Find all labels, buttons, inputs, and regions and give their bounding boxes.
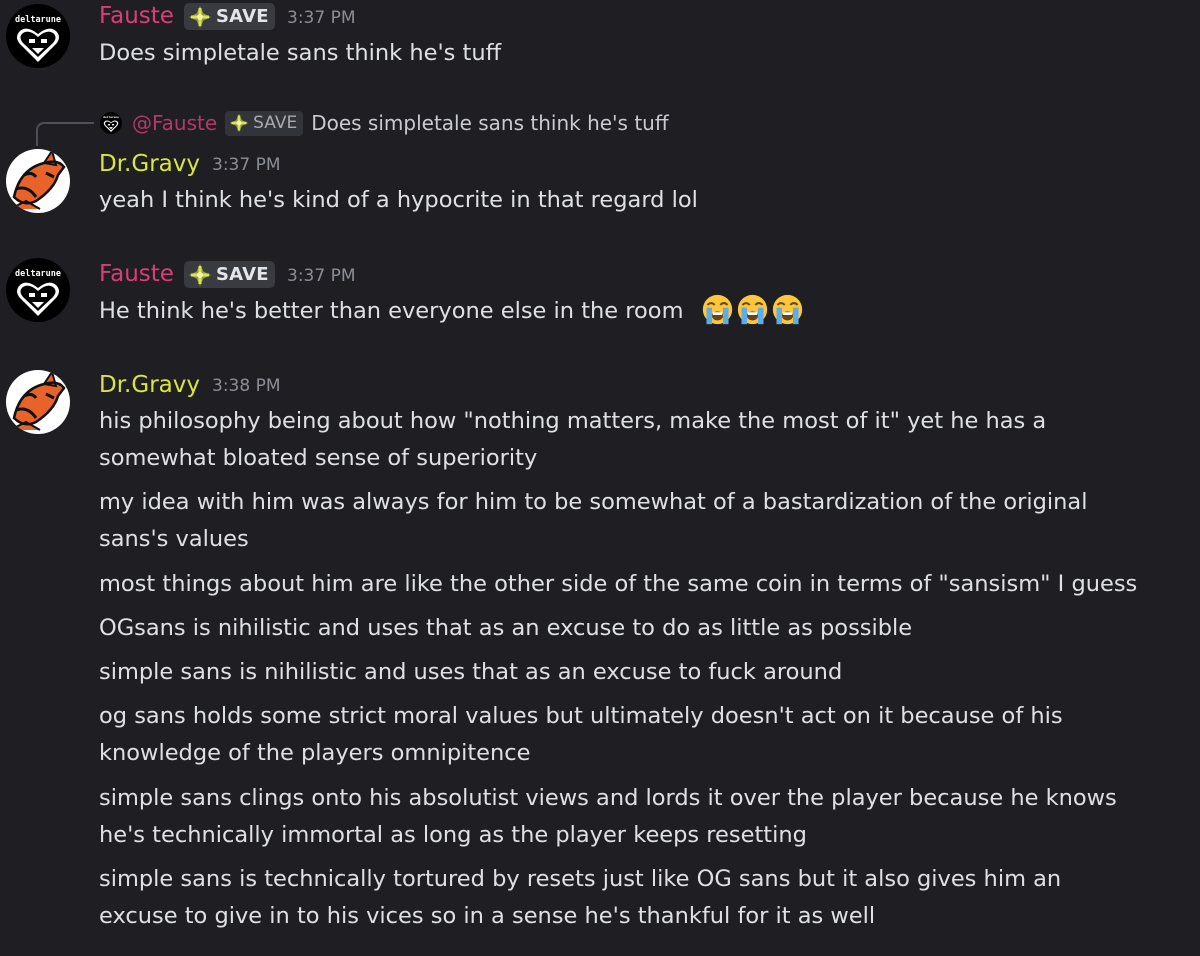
message-line: simple sans is nihilistic and uses that …: [99, 659, 843, 685]
reply-preview[interactable]: @Fauste SAVE Does simpletale sans think …: [100, 108, 669, 138]
message-line: sans's values: [99, 526, 249, 552]
timestamp[interactable]: 3:37 PM: [212, 153, 281, 177]
message-line: simple sans clings onto his absolutist v…: [99, 785, 1117, 811]
author-name[interactable]: Dr.Gravy: [99, 371, 200, 399]
message-line: somewhat bloated sense of superiority: [99, 445, 538, 471]
message-line: my idea with him was always for him to b…: [99, 489, 1088, 515]
deltarune-avatar-icon: [6, 4, 70, 68]
avatar[interactable]: [6, 149, 70, 213]
deltarune-avatar-icon: [6, 258, 70, 322]
message-fauste-2: Fauste SAVE 3:37 PM He think he's better…: [0, 258, 1200, 348]
timestamp[interactable]: 3:38 PM: [212, 374, 281, 398]
message-line: excuse to give in to his vices so in a s…: [99, 903, 876, 929]
reply-connector: [36, 122, 94, 146]
author-name[interactable]: Dr.Gravy: [99, 150, 200, 178]
message-line: yeah I think he's kind of a hypocrite in…: [99, 187, 698, 213]
diamond-icon: [188, 5, 212, 29]
server-tag-badge[interactable]: SAVE: [184, 3, 275, 30]
server-tag-label: SAVE: [216, 6, 269, 27]
message-line: most things about him are like the other…: [99, 571, 1138, 597]
message-line: Does simpletale sans think he's tuff: [99, 40, 502, 66]
message-line: knowledge of the players omnipitence: [99, 740, 531, 766]
loudly-crying-face-icon[interactable]: [701, 293, 734, 326]
timestamp[interactable]: 3:37 PM: [287, 264, 356, 288]
timestamp[interactable]: 3:37 PM: [287, 6, 356, 30]
message-text: He think he's better than everyone else …: [99, 298, 684, 324]
fox-avatar-icon: [6, 370, 70, 434]
message-line: his philosophy being about how "nothing …: [99, 408, 1047, 434]
avatar[interactable]: [6, 370, 70, 434]
server-tag-label: SAVE: [216, 264, 269, 285]
reply-mention[interactable]: @Fauste: [132, 111, 217, 135]
message-drgravy-1: Dr.Gravy 3:37 PM yeah I think he's kind …: [0, 145, 1200, 225]
message-line: og sans holds some strict moral values b…: [99, 703, 1063, 729]
avatar[interactable]: [6, 4, 70, 68]
loudly-crying-face-icon[interactable]: [736, 293, 769, 326]
message-fauste-1: Fauste SAVE 3:37 PM Does simpletale sans…: [0, 0, 1200, 90]
avatar[interactable]: [6, 258, 70, 322]
author-name[interactable]: Fauste: [99, 2, 174, 30]
diamond-icon: [229, 113, 249, 133]
deltarune-avatar-icon: [100, 112, 122, 134]
message-line: simple sans is technically tortured by r…: [99, 866, 1062, 892]
message-line: he's technically immortal as long as the…: [99, 822, 807, 848]
reply-avatar: [100, 112, 122, 134]
diamond-icon: [188, 263, 212, 287]
message-drgravy-2: Dr.Gravy 3:38 PM his philosophy being ab…: [0, 366, 1200, 956]
server-tag-label: SAVE: [253, 113, 298, 133]
author-name[interactable]: Fauste: [99, 260, 174, 288]
loudly-crying-face-icon[interactable]: [771, 293, 804, 326]
message-line: He think he's better than everyone else …: [99, 293, 804, 330]
server-tag-badge[interactable]: SAVE: [184, 261, 275, 288]
fox-avatar-icon: [6, 149, 70, 213]
server-tag-badge[interactable]: SAVE: [225, 110, 304, 136]
reply-text: Does simpletale sans think he's tuff: [311, 111, 669, 135]
message-line: OGsans is nihilistic and uses that as an…: [99, 615, 913, 641]
